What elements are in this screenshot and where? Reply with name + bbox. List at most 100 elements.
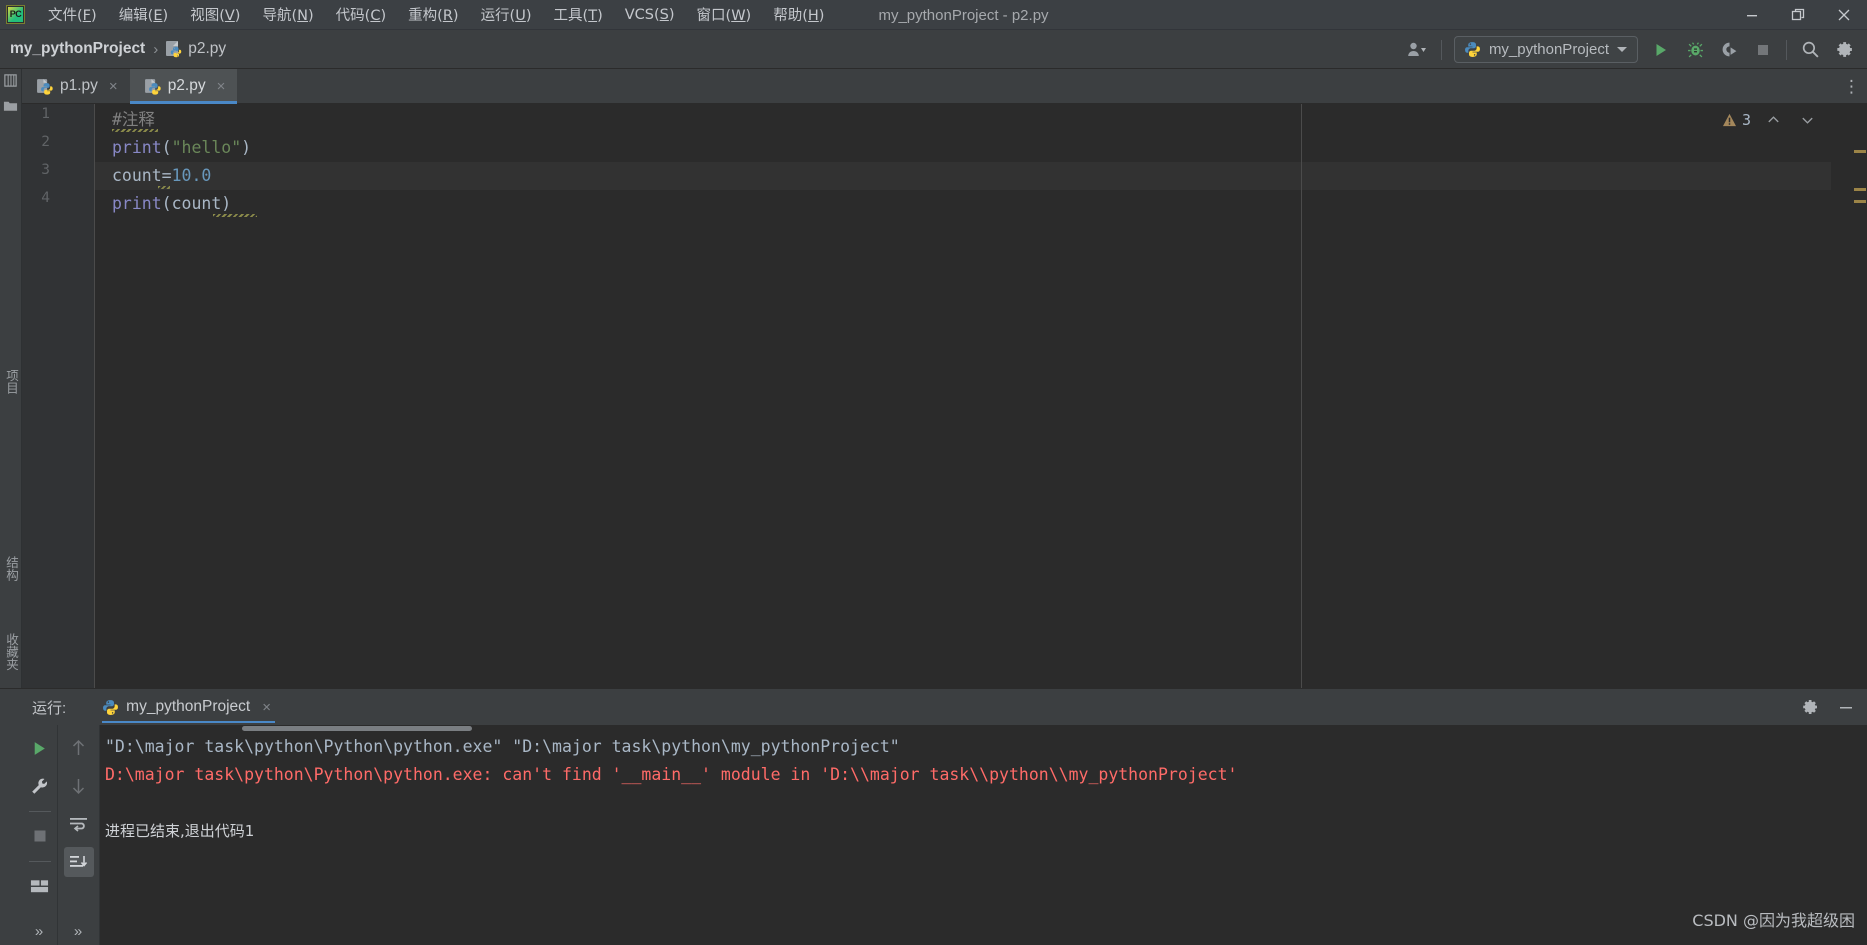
code-line-2[interactable]: print("hello") bbox=[95, 134, 1867, 162]
arrow-down-icon[interactable] bbox=[64, 771, 94, 801]
close-icon[interactable]: × bbox=[262, 699, 271, 716]
menu-item-2[interactable]: 编辑(E) bbox=[108, 0, 180, 29]
arrow-up-icon[interactable] bbox=[64, 733, 94, 763]
soft-wrap-icon[interactable] bbox=[64, 809, 94, 839]
python-icon bbox=[1465, 42, 1480, 57]
code-editor[interactable]: 1234 #注释 print("hello") count=10.0 print(co… bbox=[22, 104, 1867, 688]
run-actions-sidebar: » bbox=[22, 725, 58, 945]
python-file-icon bbox=[37, 78, 53, 95]
sidebar-divider bbox=[28, 811, 51, 812]
console-scrollbar[interactable] bbox=[242, 726, 472, 731]
breadcrumb-file[interactable]: p2.py bbox=[188, 40, 226, 58]
title-bar: PC 文件(F) 编辑(E) 视图(V) 导航(N) 代码(C) 重构(R) 运行(U) 工具… bbox=[0, 0, 1867, 30]
menu-item-8[interactable]: 工具(T) bbox=[543, 0, 614, 29]
editor-tab-p1-py[interactable]: p1.py × bbox=[22, 69, 130, 103]
menu-item-4[interactable]: 导航(N) bbox=[251, 0, 324, 29]
editor-tab-label: p1.py bbox=[60, 77, 98, 94]
line-number: 3 bbox=[41, 162, 50, 178]
chevron-down-icon[interactable] bbox=[1800, 113, 1815, 127]
hide-tool-window-button[interactable] bbox=[1829, 689, 1863, 725]
code-token: ( bbox=[161, 194, 172, 213]
inspection-marker[interactable] bbox=[1854, 188, 1866, 191]
run-button[interactable] bbox=[1644, 30, 1678, 69]
pycharm-logo-icon: PC bbox=[6, 5, 25, 24]
code-token: ( bbox=[161, 138, 172, 157]
close-icon[interactable]: × bbox=[109, 78, 118, 95]
inspection-marker[interactable] bbox=[1854, 150, 1866, 153]
scroll-to-end-icon[interactable] bbox=[63, 847, 94, 877]
menu-item-9[interactable]: VCS(S) bbox=[614, 3, 686, 27]
console-actions-sidebar: » bbox=[58, 725, 100, 945]
menu-item-10[interactable]: 窗口(W) bbox=[686, 0, 763, 29]
editor-code-area[interactable]: #注释 print("hello") count=10.0 print(count) bbox=[95, 104, 1867, 688]
sidebar-item-project[interactable]: 项目 bbox=[0, 363, 23, 400]
run-with-coverage-button[interactable] bbox=[1712, 30, 1746, 69]
run-tab-label: my_pythonProject bbox=[126, 698, 251, 715]
layout-icon[interactable] bbox=[25, 871, 55, 901]
code-token: = bbox=[161, 166, 172, 185]
chevron-up-icon[interactable] bbox=[1766, 113, 1781, 127]
breadcrumb: my_pythonProject › p2.py bbox=[10, 40, 226, 58]
menu-item-6[interactable]: 重构(R) bbox=[397, 0, 469, 29]
menu-item-11[interactable]: 帮助(H) bbox=[762, 0, 835, 29]
chevron-down-icon bbox=[1617, 47, 1627, 52]
debug-button[interactable] bbox=[1678, 30, 1712, 69]
editor-right-margin bbox=[1301, 104, 1302, 688]
chevrons-right-icon-2[interactable]: » bbox=[74, 923, 83, 940]
python-file-icon bbox=[166, 40, 182, 58]
project-tool-icon[interactable] bbox=[3, 73, 18, 88]
inspection-marker-bar[interactable] bbox=[1831, 104, 1867, 688]
editor-tabs-overflow-icon[interactable]: ⋮ bbox=[1843, 69, 1861, 104]
breadcrumb-separator: › bbox=[153, 40, 159, 58]
run-configuration-selector[interactable]: my_pythonProject bbox=[1453, 36, 1638, 63]
code-token: print bbox=[112, 138, 162, 157]
close-button[interactable] bbox=[1821, 0, 1867, 30]
stop-button[interactable] bbox=[25, 821, 55, 851]
sidebar-item-favorites[interactable]: 收藏夹 bbox=[0, 627, 23, 677]
python-file-icon bbox=[144, 78, 161, 95]
pycharm-window: PC 文件(F) 编辑(E) 视图(V) 导航(N) 代码(C) 重构(R) 运行(U) 工具… bbox=[0, 0, 1867, 945]
inspection-squiggle bbox=[112, 129, 158, 132]
run-console-output[interactable]: "D:\major task\python\Python\python.exe"… bbox=[100, 725, 1867, 945]
user-account-icon[interactable] bbox=[1401, 30, 1435, 69]
toolbar-divider bbox=[1440, 39, 1442, 60]
editor-tab-label: p2.py bbox=[167, 77, 206, 94]
gear-icon[interactable] bbox=[1827, 30, 1861, 69]
close-icon[interactable]: × bbox=[217, 78, 226, 95]
chevrons-right-icon[interactable]: » bbox=[35, 923, 44, 940]
console-line-3 bbox=[100, 789, 1867, 817]
wrench-icon[interactable] bbox=[25, 771, 55, 801]
code-token: ) bbox=[221, 194, 232, 213]
run-window-title: 运行: bbox=[32, 699, 67, 717]
run-tab[interactable]: my_pythonProject × bbox=[102, 689, 275, 725]
editor-tab-p2-py[interactable]: p2.py × bbox=[129, 69, 238, 104]
status-badge[interactable]: 3 bbox=[1722, 111, 1815, 129]
code-line-3[interactable]: count=10.0 bbox=[95, 162, 1867, 190]
rerun-button[interactable] bbox=[25, 733, 55, 763]
code-token: print bbox=[112, 194, 162, 213]
code-line-1[interactable]: #注释 bbox=[95, 106, 1867, 134]
menu-item-7[interactable]: 运行(U) bbox=[470, 0, 543, 29]
menu-item-1[interactable]: 文件(F) bbox=[37, 0, 108, 29]
code-line-4[interactable]: print(count) bbox=[95, 190, 1867, 218]
code-token: count bbox=[112, 166, 162, 185]
gear-icon[interactable] bbox=[1793, 689, 1827, 725]
breadcrumb-project[interactable]: my_pythonProject bbox=[10, 40, 145, 58]
inspection-marker[interactable] bbox=[1854, 200, 1866, 203]
menu-bar: 文件(F) 编辑(E) 视图(V) 导航(N) 代码(C) 重构(R) 运行(U) 工具(T)… bbox=[37, 0, 835, 29]
console-line-4: 进程已结束,退出代码1 bbox=[105, 822, 255, 840]
editor-tab-bar: p1.py × p2.py × ⋮ bbox=[22, 69, 1867, 104]
toolbar-divider-2 bbox=[1786, 39, 1787, 60]
warning-count: 3 bbox=[1741, 111, 1751, 129]
search-icon[interactable] bbox=[1793, 30, 1827, 69]
code-token: ) bbox=[241, 138, 252, 157]
run-header-actions bbox=[1793, 689, 1863, 725]
minimize-button[interactable] bbox=[1729, 0, 1775, 30]
menu-item-5[interactable]: 代码(C) bbox=[325, 0, 397, 29]
menu-item-3[interactable]: 视图(V) bbox=[179, 0, 251, 29]
code-token: count bbox=[171, 194, 222, 213]
folder-icon[interactable] bbox=[3, 99, 18, 113]
sidebar-item-structure[interactable]: 结构 bbox=[0, 550, 23, 587]
stop-button[interactable] bbox=[1746, 30, 1780, 69]
restore-button[interactable] bbox=[1775, 0, 1821, 30]
